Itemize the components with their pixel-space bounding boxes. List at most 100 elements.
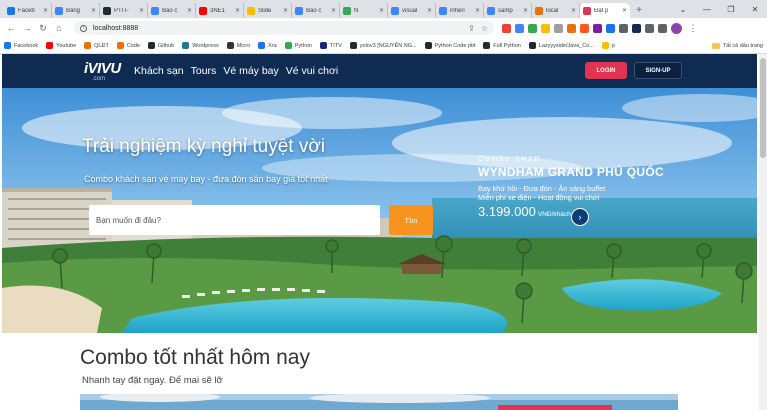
menu-tours[interactable]: Tours [191,65,217,77]
extension-icon[interactable] [645,23,654,33]
tab-title: Đặt p [594,7,609,14]
tab-close-icon[interactable]: ✕ [475,7,480,14]
browser-tab[interactable]: N ✕ [340,3,388,18]
back-icon[interactable]: ← [4,21,18,35]
bookmark-label: p [611,42,615,49]
profile-avatar[interactable] [671,22,682,34]
search-button[interactable]: Tìm [389,205,433,235]
bookmark-star-icon[interactable]: ☆ [481,24,488,33]
site-info-icon[interactable]: i [80,24,87,32]
bookmark-item[interactable]: Code [116,42,140,49]
extension-icon[interactable] [541,23,550,33]
bookmark-item[interactable]: TITV [319,42,342,49]
tab-title: PTIT- [114,7,129,14]
tab-favicon-icon [151,6,159,15]
tab-close-icon[interactable]: ✕ [235,7,240,14]
bookmark-favicon-icon [319,42,327,49]
browser-tab[interactable]: Đặt p ✕ [580,3,630,18]
extension-icon[interactable] [515,23,524,33]
tab-close-icon[interactable]: ✕ [91,7,96,14]
browser-tab[interactable]: Slide ✕ [244,3,292,18]
tab-close-icon[interactable]: ✕ [379,7,384,14]
extension-icon[interactable] [567,23,576,33]
bookmark-item[interactable]: Lazyyyside/Java_Co... [528,42,594,49]
bookmark-item[interactable]: Micro [226,42,251,49]
tab-close-icon[interactable]: ✕ [571,7,576,14]
bookmark-item[interactable]: QLĐT [84,42,109,49]
address-bar[interactable]: i localhost:8888 ⇪ ☆ [74,21,494,35]
tab-close-icon[interactable]: ✕ [187,7,192,14]
extension-icon[interactable] [580,23,589,33]
home-icon[interactable]: ⌂ [52,21,66,35]
extension-icon[interactable] [658,23,667,33]
browser-tab[interactable]: visual ✕ [388,3,436,18]
browser-tab[interactable]: Faceb ✕ [4,3,52,18]
tab-search-icon[interactable]: ⌄ [671,0,695,18]
extension-icon[interactable] [528,23,537,33]
reload-icon[interactable]: ↻ [36,21,50,35]
bookmark-item[interactable]: Python Code ptit [424,42,475,49]
browser-tab[interactable]: inheri ✕ [436,3,484,18]
bookmark-item[interactable]: Facebook [4,42,38,49]
bookmark-item[interactable]: Wordpress [182,42,219,49]
bookmark-label: Facebook [14,42,39,49]
scrollbar-thumb[interactable] [760,58,766,158]
bookmark-label: Lazyyyside/Java_Co... [538,42,594,49]
combo-next-arrow-icon[interactable]: › [571,208,589,226]
bookmark-item[interactable]: Xra [258,42,277,49]
destination-search-input[interactable]: Bạn muốn đi đâu? [89,205,380,235]
bookmark-label: Micro [236,42,251,49]
folder-icon [711,42,720,49]
share-icon[interactable]: ⇪ [468,24,475,33]
extension-icon[interactable] [593,23,602,33]
tab-close-icon[interactable]: ✕ [427,7,432,14]
page-scrollbar[interactable] [759,54,767,410]
tab-title: Báo c [306,7,322,14]
browser-tab[interactable]: Báo c ✕ [292,3,340,18]
logo-text: iVIVU [84,60,121,77]
browser-tab[interactable]: local ✕ [532,3,580,18]
menu-flights[interactable]: Vé máy bay [223,65,278,77]
tab-close-icon[interactable]: ✕ [283,7,288,14]
combo-line-2: Miễn phí xe điện - Hoạt động vui chơi [478,193,600,202]
menu-icon[interactable]: ⋮ [686,21,700,35]
bookmark-item[interactable]: Youtube [46,42,76,49]
forward-icon[interactable]: → [20,21,34,35]
extension-icon[interactable] [619,23,628,33]
browser-tab[interactable]: PTIT- ✕ [100,3,148,18]
tab-close-icon[interactable]: ✕ [622,7,627,14]
new-tab-button[interactable]: + [632,3,646,18]
combo-price-amount: 3.199.000 [478,204,536,219]
tab-close-icon[interactable]: ✕ [523,7,528,14]
browser-tab[interactable]: 3NE1 ✕ [196,3,244,18]
tab-close-icon[interactable]: ✕ [331,7,336,14]
tab-favicon-icon [55,6,63,15]
maximize-button[interactable]: ❐ [719,0,743,18]
minimize-button[interactable]: — [695,0,719,18]
bookmarks-bar: Facebook Youtube QLĐT Code Github Wordpress Mi… [0,38,767,54]
tab-title: visual [402,7,418,14]
close-window-button[interactable]: ✕ [743,0,767,18]
browser-tab[interactable]: samp ✕ [484,3,532,18]
menu-entertainment[interactable]: Vé vui chơi [286,65,338,77]
all-bookmarks-folder[interactable]: Tất cả dấu trang [711,42,763,49]
extension-icon[interactable] [554,23,563,33]
menu-hotels[interactable]: Khách sạn [134,65,184,77]
bookmark-item[interactable]: p [601,42,615,49]
login-button[interactable]: LOGIN [585,62,627,79]
signup-button[interactable]: SIGN-UP [634,62,682,79]
browser-tab[interactable]: Báo c ✕ [148,3,196,18]
hero-title: Trải nghiệm kỳ nghỉ tuyệt vời [82,136,326,157]
extension-icon[interactable] [502,23,511,33]
extension-icon[interactable] [632,23,641,33]
extension-icon[interactable] [606,23,615,33]
bookmark-item[interactable]: Full Python [483,42,521,49]
tab-close-icon[interactable]: ✕ [139,7,144,14]
bookmark-item[interactable]: yolov3 [NGUYỄN NG... [349,42,417,49]
site-logo[interactable]: iVIVU .com [84,58,124,84]
browser-tab[interactable]: Bảng ✕ [52,3,100,18]
bookmark-item[interactable]: Github [147,42,174,49]
address-text: localhost:8888 [93,24,139,32]
tab-close-icon[interactable]: ✕ [43,7,48,14]
bookmark-item[interactable]: Python [284,42,312,49]
